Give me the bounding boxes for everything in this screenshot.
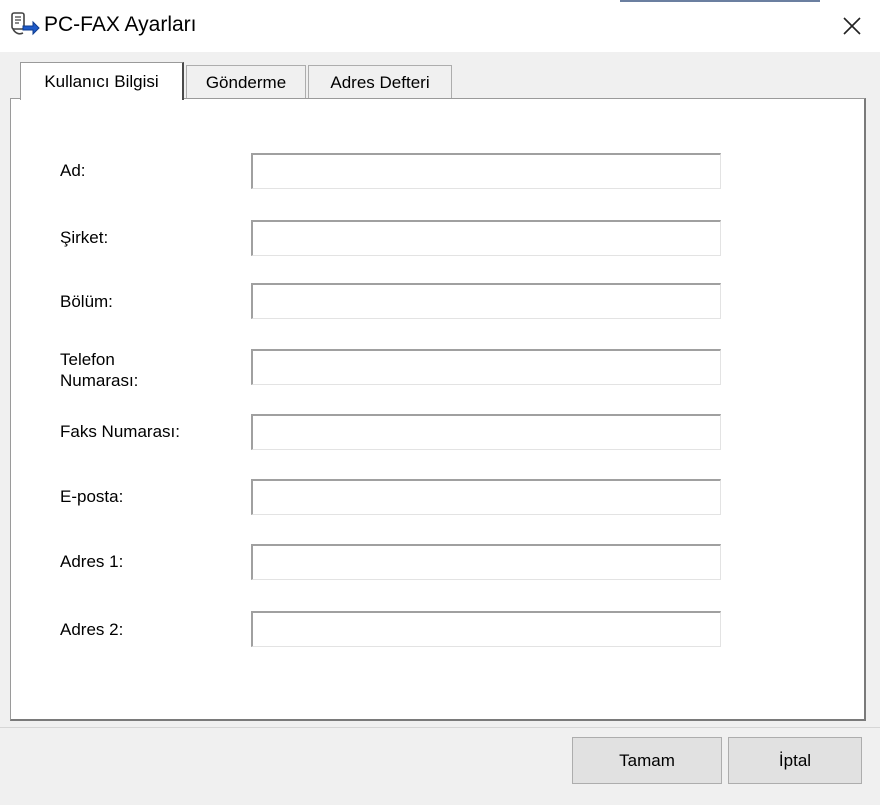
tab-strip: Kullanıcı Bilgisi Gönderme Adres Defteri [0, 52, 880, 100]
tab-label: Kullanıcı Bilgisi [44, 71, 159, 91]
fax-number-field[interactable] [251, 414, 721, 450]
department-field[interactable] [251, 283, 721, 319]
tab-address-book[interactable]: Adres Defteri [308, 65, 452, 99]
user-info-panel: Ad: Şirket: Bölüm: Telefon Numarası: Fak… [10, 98, 866, 721]
phone-number-label: Telefon Numarası: [60, 350, 139, 390]
company-label: Şirket: [60, 228, 109, 247]
fax-settings-icon [11, 12, 40, 36]
address-2-label: Adres 2: [60, 620, 124, 639]
fax-number-label: Faks Numarası: [60, 422, 180, 441]
department-label: Bölüm: [60, 292, 113, 311]
tab-label: Adres Defteri [330, 72, 430, 92]
name-field[interactable] [251, 153, 721, 189]
address-2-field[interactable] [251, 611, 721, 647]
address-1-field[interactable] [251, 544, 721, 580]
cancel-button[interactable]: İptal [728, 737, 862, 784]
ok-button[interactable]: Tamam [572, 737, 722, 784]
tab-user-info[interactable]: Kullanıcı Bilgisi [20, 62, 184, 100]
company-field[interactable] [251, 220, 721, 256]
title-bar: PC-FAX Ayarları [0, 0, 880, 52]
email-field[interactable] [251, 479, 721, 515]
close-icon [843, 17, 861, 35]
name-label: Ad: [60, 161, 86, 180]
window-title: PC-FAX Ayarları [44, 13, 197, 36]
title-bar-accent [620, 0, 820, 2]
tab-label: Gönderme [205, 72, 287, 92]
tab-sending[interactable]: Gönderme [186, 65, 306, 99]
email-label: E-posta: [60, 487, 124, 506]
address-1-label: Adres 1: [60, 552, 124, 571]
phone-number-field[interactable] [251, 349, 721, 385]
close-button[interactable] [824, 0, 880, 52]
footer-separator [0, 727, 880, 728]
